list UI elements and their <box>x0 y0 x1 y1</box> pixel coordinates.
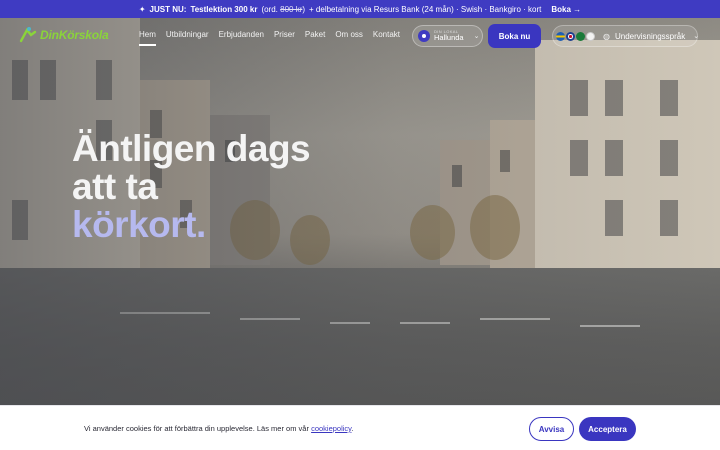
hero-headline: Äntligen dags att ta körkort. <box>72 130 372 244</box>
announcement-prefix: JUST NU: <box>149 4 187 14</box>
cookie-decline-button[interactable]: Avvisa <box>529 417 574 441</box>
cookie-text: Vi använder cookies för att förbättra di… <box>84 424 354 433</box>
nav-item-erbjudanden[interactable]: Erbjudanden <box>219 30 264 39</box>
language-label: Undervisningsspråk <box>614 31 686 41</box>
nav-item-priser[interactable]: Priser <box>274 30 295 39</box>
nav-item-utbildningar[interactable]: Utbildningar <box>166 30 209 39</box>
logo[interactable]: DinKörskola <box>18 26 109 44</box>
language-flags <box>556 31 595 41</box>
nav-item-om-oss[interactable]: Om oss <box>335 30 363 39</box>
chevron-down-icon: ⌄ <box>693 33 700 40</box>
announcement-offer: Testlektion 300 kr <box>190 4 258 14</box>
announcement-book-link[interactable]: Boka → <box>551 5 581 14</box>
language-selector[interactable]: ◍ Undervisningsspråk ⌄ <box>552 25 700 47</box>
location-selector[interactable]: DIN LOKAL Hallunda ⌄ <box>412 25 483 47</box>
hero-line-1: Äntligen dags <box>72 128 311 169</box>
nav-item-paket[interactable]: Paket <box>305 30 325 39</box>
announcement-ordinary-price: (ord. 800 kr) <box>261 4 306 14</box>
somali-flag-icon <box>586 31 595 41</box>
cookie-policy-link[interactable]: cookiepolicy <box>311 424 351 433</box>
uk-flag-icon <box>566 31 575 41</box>
location-name: Hallunda <box>434 33 464 43</box>
logo-runner-icon <box>19 27 37 43</box>
cookie-banner: Vi använder cookies för att förbättra di… <box>0 405 720 450</box>
hero-line-2: att ta <box>72 166 158 207</box>
announcement-bar: ✦ JUST NU: Testlektion 300 kr (ord. 800 … <box>0 0 720 18</box>
nav-item-kontakt[interactable]: Kontakt <box>373 30 400 39</box>
announcement-payment-info: + delbetalning via Resurs Bank (24 mån) … <box>309 4 542 14</box>
chevron-down-icon: ⌄ <box>473 33 480 40</box>
globe-icon: ◍ <box>603 31 610 41</box>
cookie-accept-button[interactable]: Acceptera <box>579 417 636 441</box>
main-nav: Hem Utbildningar Erbjudanden Priser Pake… <box>139 30 400 46</box>
hero-accent: körkort. <box>72 204 206 245</box>
location-pin-icon <box>418 30 430 42</box>
nav-item-hem[interactable]: Hem <box>139 30 156 46</box>
book-now-button[interactable]: Boka nu <box>488 24 541 48</box>
arabic-flag-icon <box>576 31 585 41</box>
swedish-flag-icon <box>556 31 565 41</box>
logo-text: DinKörskola <box>40 28 109 42</box>
sparkle-icon: ✦ <box>138 4 146 14</box>
